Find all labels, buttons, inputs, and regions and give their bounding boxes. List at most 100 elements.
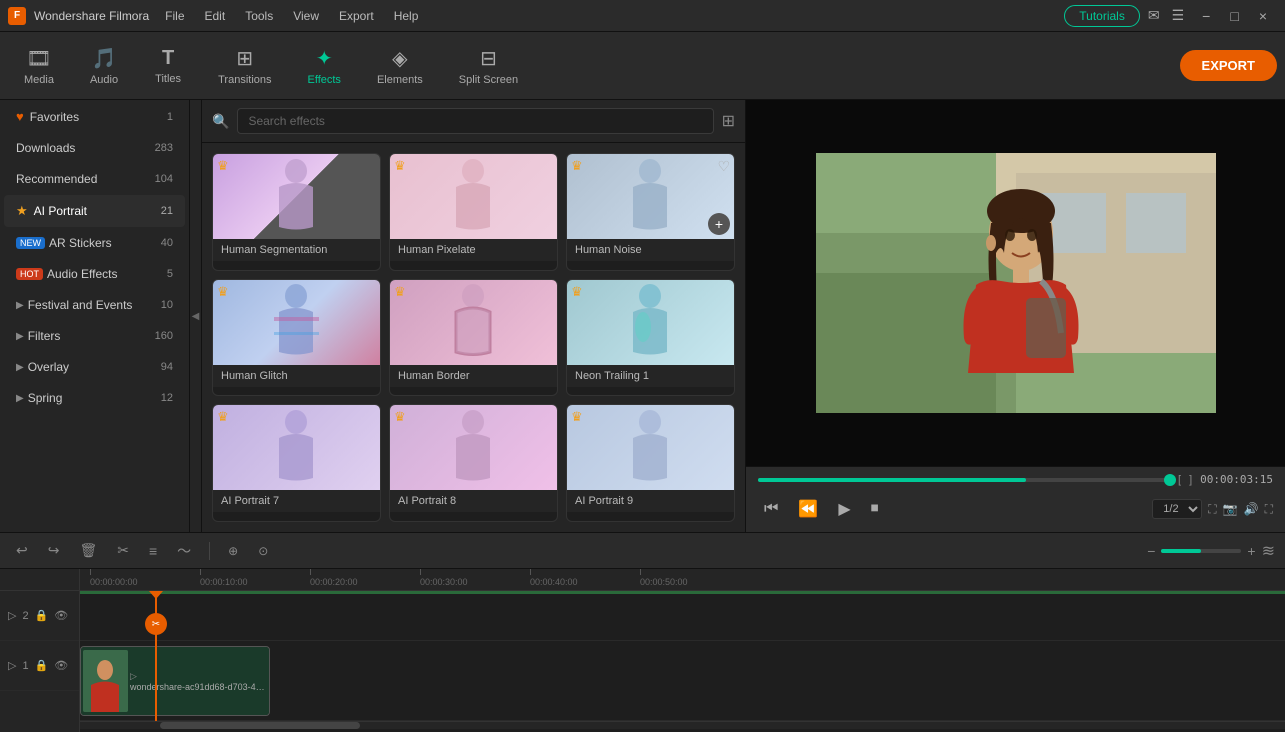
snap-button[interactable]: ⊙ — [252, 541, 274, 561]
undo-button[interactable]: ↩ — [10, 539, 34, 562]
effects-icon: ✦ — [316, 46, 333, 71]
volume-icon[interactable]: 🔊 — [1244, 502, 1259, 516]
toolbar-elements[interactable]: ◈ Elements — [361, 40, 439, 92]
stop-button[interactable]: ⏹ — [865, 497, 885, 521]
screenshot-icon[interactable]: 📷 — [1223, 502, 1238, 516]
hot-badge: HOT — [16, 268, 43, 280]
sidebar-item-ar-stickers[interactable]: NEW AR Stickers 40 — [4, 228, 185, 258]
zoom-out-icon[interactable]: − — [1147, 543, 1155, 559]
toolbar-titles[interactable]: T Titles — [138, 41, 198, 91]
minimize-button[interactable]: − — [1192, 8, 1220, 24]
transitions-icon: ⊞ — [236, 46, 253, 71]
sidebar-item-downloads[interactable]: Downloads 283 — [4, 133, 185, 163]
preview-panel: [ ] 00:00:03:15 ⏮ ⏪ ▶ ⏹ 1/2 ⛶ 📷 🔊 ⛶ — [745, 100, 1285, 532]
ruler-mark-50: 00:00:50:00 — [640, 569, 750, 587]
effect-card-row3-2[interactable]: ♛ AI Portrait 8 — [389, 404, 558, 522]
audio-label: Audio — [90, 74, 118, 86]
effect-name-human-border: Human Border — [390, 365, 557, 387]
toolbar-transitions[interactable]: ⊞ Transitions — [202, 40, 287, 92]
scrollbar-thumb[interactable] — [160, 722, 360, 729]
track-row-2: ▷ 2 🔒 👁 — [0, 591, 79, 641]
menu-view[interactable]: View — [285, 7, 327, 25]
zoom-fill — [1161, 549, 1201, 553]
play-button[interactable]: ▶ — [832, 496, 856, 522]
delete-button[interactable]: 🗑 — [73, 539, 103, 562]
effect-card-human-border[interactable]: ♛ Human Border — [389, 279, 558, 397]
track1-eye-icon[interactable]: 👁 — [54, 659, 68, 672]
effect-card-row3-1[interactable]: ♛ AI Portrait 7 — [212, 404, 381, 522]
timeline-scrollbar[interactable] — [80, 721, 1285, 729]
add-button-noise[interactable]: + — [708, 213, 730, 235]
effect-name-human-pix: Human Pixelate — [390, 239, 557, 261]
video-clip[interactable]: ▷ wondershare-ac91dd68-d703-4751... — [80, 646, 270, 716]
zoom-slider[interactable] — [1161, 549, 1241, 553]
close-button[interactable]: × — [1249, 8, 1277, 24]
sidebar-item-recommended[interactable]: Recommended 104 — [4, 164, 185, 194]
effect-name-row3-3: AI Portrait 9 — [567, 490, 734, 512]
progress-track[interactable] — [758, 478, 1170, 482]
sidebar-item-audio-effects[interactable]: HOT Audio Effects 5 — [4, 259, 185, 289]
zoom-in-icon[interactable]: + — [1247, 543, 1255, 559]
heart-button-noise[interactable]: ♡ — [717, 158, 730, 175]
menu-edit[interactable]: Edit — [197, 7, 234, 25]
effect-thumb-human-border: ♛ — [390, 280, 557, 365]
menu-export[interactable]: Export — [331, 7, 382, 25]
track1-play-icon[interactable]: ▷ — [8, 659, 16, 672]
festival-events-label: Festival and Events — [28, 298, 157, 312]
progress-handle[interactable] — [1164, 474, 1176, 486]
track2-lock-icon[interactable]: 🔒 — [35, 609, 49, 622]
sidebar-item-favorites[interactable]: ♥ Favorites 1 — [4, 101, 185, 132]
ar-stickers-count: 40 — [161, 237, 173, 249]
sidebar-item-overlay[interactable]: ▶ Overlay 94 — [4, 352, 185, 382]
effect-card-row3-3[interactable]: ♛ AI Portrait 9 — [566, 404, 735, 522]
frame-back-button[interactable]: ⏪ — [792, 496, 824, 522]
effect-card-neon-trailing[interactable]: ♛ Neon Trailing 1 — [566, 279, 735, 397]
menu-tools[interactable]: Tools — [237, 7, 281, 25]
step-back-button[interactable]: ⏮ — [758, 497, 784, 521]
redo-button[interactable]: ↪ — [42, 539, 66, 562]
sidebar-collapse-button[interactable]: ◀ — [190, 100, 202, 532]
search-input[interactable] — [237, 108, 713, 134]
fullscreen-icon[interactable]: ⛶ — [1208, 502, 1216, 517]
track2-play-icon[interactable]: ▷ — [8, 609, 16, 622]
properties-button[interactable]: ≡ — [143, 540, 163, 562]
cut-button[interactable]: ✂ — [111, 539, 135, 562]
ai-portrait-label: AI Portrait — [34, 204, 157, 218]
effect-card-human-glitch[interactable]: ♛ Human Glitch — [212, 279, 381, 397]
toolbar-effects[interactable]: ✦ Effects — [292, 40, 357, 92]
sidebar-item-filters[interactable]: ▶ Filters 160 — [4, 321, 185, 351]
main-toolbar: 🎞 Media 🎵 Audio T Titles ⊞ Transitions ✦… — [0, 32, 1285, 100]
waveform-button[interactable]: 〜 — [171, 538, 197, 564]
toolbar-splitscreen[interactable]: ⊟ Split Screen — [443, 40, 534, 92]
bracket-right: ] — [1189, 474, 1192, 486]
grid-view-icon[interactable]: ⊞ — [722, 111, 735, 131]
sidebar-item-festival-events[interactable]: ▶ Festival and Events 10 — [4, 290, 185, 320]
effect-name-human-noise: Human Noise — [567, 239, 734, 261]
timeline-body: ▷ 2 🔒 👁 ▷ 1 🔒 👁 00:00:00:00 00 — [0, 569, 1285, 732]
toolbar-audio[interactable]: 🎵 Audio — [74, 40, 134, 92]
effect-card-human-noise[interactable]: ♛ ♡ + Human Noise — [566, 153, 735, 271]
resolution-select[interactable]: 1/2 — [1152, 499, 1202, 519]
menu-help[interactable]: Help — [386, 7, 427, 25]
waveform-view-icon[interactable]: ≋ — [1262, 541, 1275, 561]
transitions-label: Transitions — [218, 74, 271, 86]
sidebar-item-ai-portrait[interactable]: ★ AI Portrait 21 — [4, 195, 185, 227]
menu-file[interactable]: File — [157, 7, 192, 25]
tracks-content: ✂ — [80, 591, 1285, 721]
notification-icon[interactable]: ✉ — [1148, 7, 1160, 24]
zoom-icon[interactable]: ⛶ — [1265, 502, 1273, 517]
timeline-toolbar: ↩ ↪ 🗑 ✂ ≡ 〜 ⊕ ⊙ − + ≋ — [0, 533, 1285, 569]
track1-lock-icon[interactable]: 🔒 — [35, 659, 49, 672]
sidebar-item-spring[interactable]: ▶ Spring 12 — [4, 383, 185, 413]
effect-card-human-pix[interactable]: ♛ Human Pixelate — [389, 153, 558, 271]
settings-icon[interactable]: ☰ — [1172, 7, 1185, 24]
toolbar-separator — [209, 542, 210, 560]
tutorials-button[interactable]: Tutorials — [1064, 5, 1140, 27]
toolbar-media[interactable]: 🎞 Media — [8, 40, 70, 92]
export-button[interactable]: EXPORT — [1180, 50, 1277, 81]
track2-eye-icon[interactable]: 👁 — [54, 609, 68, 622]
preview-right-controls: 1/2 ⛶ 📷 🔊 ⛶ — [1152, 499, 1273, 519]
add-track-button[interactable]: ⊕ — [222, 541, 244, 561]
maximize-button[interactable]: □ — [1220, 8, 1248, 24]
effect-card-human-seg[interactable]: ♛ Human Segmentation — [212, 153, 381, 271]
